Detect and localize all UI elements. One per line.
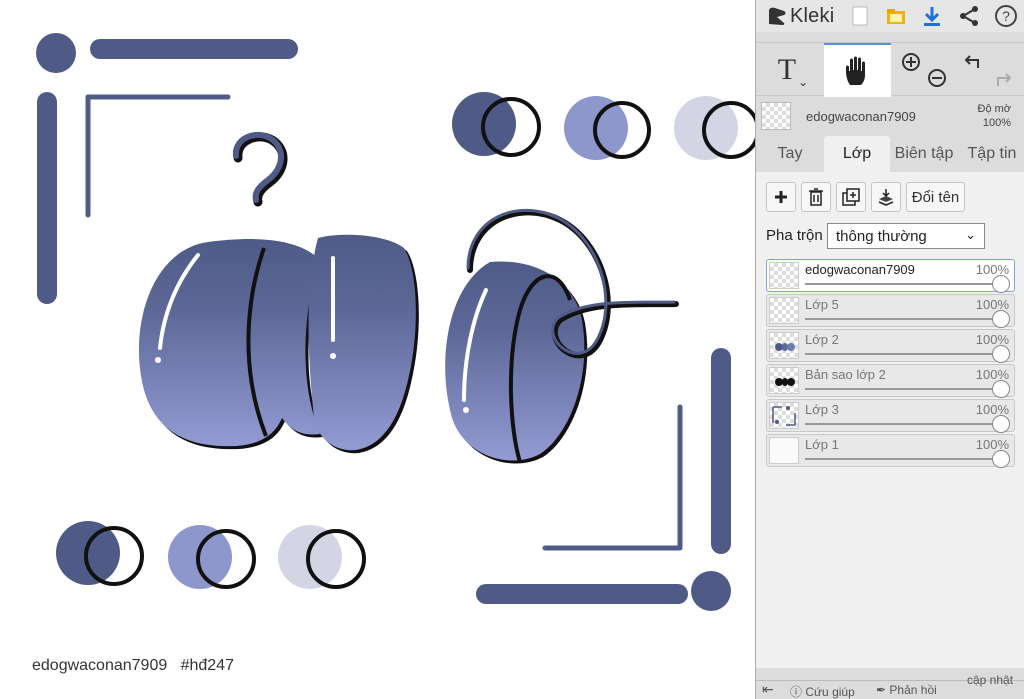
layer-name: edogwaconan7909 bbox=[805, 262, 915, 277]
active-layer-thumbnail bbox=[761, 102, 791, 130]
opacity-slider-track[interactable] bbox=[805, 318, 1000, 320]
kleki-logo-icon bbox=[769, 7, 786, 25]
opacity-slider-handle[interactable] bbox=[992, 450, 1010, 468]
bar-left bbox=[37, 92, 57, 304]
bar-right bbox=[711, 348, 731, 554]
dot-bottom-right bbox=[691, 571, 731, 611]
help-link[interactable]: ⓘ Cứu giúp bbox=[790, 683, 855, 699]
bottom-bar: ⇤ ⓘ Cứu giúp ✒ Phản hồi cập nhật bbox=[756, 673, 1024, 699]
collapse-panel-icon[interactable]: ⇤ bbox=[762, 681, 774, 698]
redo-icon[interactable] bbox=[990, 65, 1014, 95]
merge-down-icon bbox=[878, 189, 894, 206]
zoom-in-icon[interactable] bbox=[898, 47, 924, 77]
blend-mode-label: Pha trộn bbox=[766, 227, 823, 244]
help-icon[interactable]: ? bbox=[994, 4, 1018, 28]
opacity-value: 100% bbox=[982, 117, 1011, 129]
artwork bbox=[36, 33, 755, 611]
download-icon[interactable] bbox=[920, 4, 944, 28]
opacity-slider-handle[interactable] bbox=[992, 310, 1010, 328]
swatch-row-bottom bbox=[56, 521, 366, 589]
opacity-slider-track[interactable] bbox=[805, 423, 1000, 425]
open-folder-icon[interactable] bbox=[884, 4, 908, 28]
undo-icon[interactable] bbox=[962, 47, 986, 77]
layer-item[interactable]: edogwaconan7909 100% bbox=[766, 259, 1015, 293]
duplicate-layer-button[interactable] bbox=[836, 182, 866, 212]
tab-tay[interactable]: Tay bbox=[756, 136, 824, 172]
new-file-icon[interactable] bbox=[848, 4, 872, 28]
layer-item[interactable]: Lớp 2 100% bbox=[766, 329, 1015, 363]
opacity-slider-track[interactable] bbox=[805, 283, 1000, 285]
share-icon[interactable] bbox=[957, 4, 981, 28]
opacity-slider-track[interactable] bbox=[805, 458, 1000, 460]
delete-layer-button[interactable] bbox=[801, 182, 831, 212]
rename-layer-button[interactable]: Đổi tên bbox=[906, 182, 965, 212]
layer-thumbnail bbox=[769, 437, 799, 464]
layer-name: Lớp 5 bbox=[805, 297, 839, 312]
active-layer-header: edogwaconan7909 Độ mờ 100% bbox=[756, 96, 1024, 136]
opacity-slider-handle[interactable] bbox=[992, 380, 1010, 398]
opacity-slider-handle[interactable] bbox=[992, 275, 1010, 293]
app-name: Kleki bbox=[790, 4, 835, 27]
opacity-slider-track[interactable] bbox=[805, 388, 1000, 390]
layer-name: Lớp 3 bbox=[805, 402, 839, 417]
tab-lop[interactable]: Lớp bbox=[824, 136, 890, 172]
layers-tab-content: Đổi tên Pha trộn thông thường ⌄ edogwaco… bbox=[756, 172, 1024, 668]
tool-row: T ⌄ bbox=[756, 42, 1024, 97]
canvas-caption: edogwaconan7909 #hđ247 bbox=[32, 657, 234, 674]
duplicate-icon bbox=[842, 188, 860, 206]
corner-top-left bbox=[85, 94, 231, 218]
hand-icon bbox=[845, 56, 865, 85]
letter-o-right bbox=[445, 208, 679, 464]
zoom-out-icon[interactable] bbox=[924, 63, 950, 93]
layer-thumbnail bbox=[769, 332, 799, 359]
layer-thumbnail bbox=[769, 262, 799, 289]
layer-item[interactable]: Lớp 1 100% bbox=[766, 434, 1015, 468]
trash-icon bbox=[809, 188, 823, 206]
side-panel: Kleki ? T ⌄ edogwaconan7909 Độ mờ 100% T… bbox=[755, 0, 1024, 699]
opacity-slider-handle[interactable] bbox=[992, 415, 1010, 433]
feedback-link[interactable]: ✒ Phản hồi bbox=[876, 683, 937, 697]
tab-tap-tin[interactable]: Tập tin bbox=[960, 136, 1024, 172]
text-tool[interactable]: T ⌄ bbox=[764, 43, 822, 97]
layer-name: Bản sao lớp 2 bbox=[805, 367, 886, 382]
update-link[interactable]: cập nhật bbox=[967, 673, 1013, 687]
chevron-down-icon: ⌄ bbox=[798, 75, 809, 89]
layer-thumbnail bbox=[769, 297, 799, 324]
layer-item[interactable]: Lớp 5 100% bbox=[766, 294, 1015, 328]
add-layer-button[interactable] bbox=[766, 182, 796, 212]
chevron-down-icon: ⌄ bbox=[965, 227, 976, 242]
layer-name: Lớp 2 bbox=[805, 332, 839, 347]
hand-tool[interactable] bbox=[824, 43, 891, 97]
opacity-slider-track[interactable] bbox=[805, 353, 1000, 355]
letter-o-middle bbox=[308, 234, 419, 454]
layer-name: Lớp 1 bbox=[805, 437, 839, 452]
layer-thumbnail bbox=[769, 367, 799, 394]
drawing-canvas[interactable]: edogwaconan7909 #hđ247 bbox=[0, 0, 755, 699]
swatch-row-top bbox=[452, 92, 755, 160]
app-logo[interactable]: Kleki bbox=[766, 0, 834, 32]
tab-bien-tap[interactable]: Biên tập bbox=[890, 136, 958, 172]
merge-down-button[interactable] bbox=[871, 182, 901, 212]
plus-icon bbox=[775, 191, 787, 203]
letter-a bbox=[138, 239, 323, 450]
layer-item[interactable]: Bản sao lớp 2 100% bbox=[766, 364, 1015, 398]
dot-top-left bbox=[36, 33, 76, 73]
opacity-label: Độ mờ bbox=[977, 103, 1012, 115]
bar-bottom bbox=[476, 584, 688, 604]
layer-thumbnail bbox=[769, 402, 799, 429]
pen-icon: ✒ bbox=[876, 683, 887, 697]
panel-tabs: Tay Lớp Biên tập Tập tin bbox=[756, 136, 1024, 172]
blend-mode-select[interactable]: thông thường ⌄ bbox=[827, 223, 985, 249]
help-circle-icon: ⓘ bbox=[790, 685, 803, 699]
top-bar: Kleki ? bbox=[756, 0, 1024, 32]
active-layer-name: edogwaconan7909 bbox=[806, 109, 916, 124]
blend-mode-value: thông thường bbox=[836, 227, 927, 245]
bar-top bbox=[90, 39, 298, 59]
opacity-slider-handle[interactable] bbox=[992, 345, 1010, 363]
layer-item[interactable]: Lớp 3 100% bbox=[766, 399, 1015, 433]
svg-text:?: ? bbox=[1002, 8, 1010, 24]
